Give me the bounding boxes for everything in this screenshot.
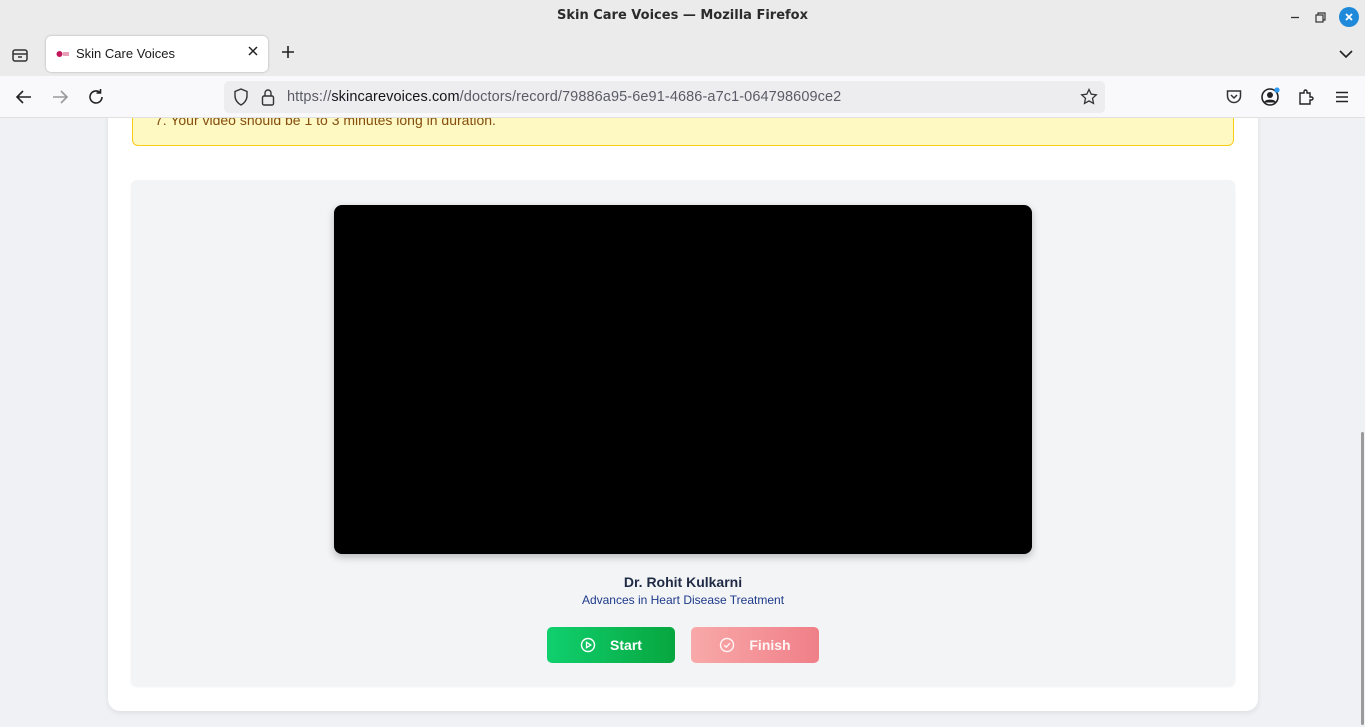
url-text[interactable]: https://skincarevoices.com/doctors/recor… xyxy=(287,89,841,105)
notice-text: 7. Your video should be 1 to 3 minutes l… xyxy=(155,118,496,128)
page-scrollbar[interactable] xyxy=(1361,432,1364,725)
reload-icon xyxy=(89,89,103,104)
star-icon xyxy=(1080,88,1098,105)
minimize-button[interactable] xyxy=(1285,7,1305,27)
tab-list-button[interactable] xyxy=(10,45,30,65)
play-circle-icon xyxy=(580,637,596,653)
tracking-protection-button[interactable] xyxy=(231,87,251,107)
tab-bar: Skin Care Voices xyxy=(0,34,1365,76)
check-circle-icon xyxy=(719,637,735,653)
puzzle-icon xyxy=(1299,89,1314,105)
url-host: skincarevoices.com xyxy=(331,89,460,105)
window-title: Skin Care Voices — Mozilla Firefox xyxy=(557,8,808,23)
pocket-button[interactable] xyxy=(1224,87,1244,107)
instructions-notice: 7. Your video should be 1 to 3 minutes l… xyxy=(132,118,1234,146)
url-path: /doctors/record/79886a95-6e91-4686-a7c1-… xyxy=(459,89,842,105)
reload-button[interactable] xyxy=(86,87,106,107)
finish-button-label: Finish xyxy=(749,637,791,653)
tab-close-button[interactable] xyxy=(247,45,259,61)
lock-icon xyxy=(261,89,275,106)
recorder-panel: Dr. Rohit Kulkarni Advances in Heart Dis… xyxy=(131,180,1235,686)
new-tab-button[interactable] xyxy=(280,43,296,63)
doctor-name: Dr. Rohit Kulkarni xyxy=(623,574,743,590)
menu-button[interactable] xyxy=(1332,87,1352,107)
close-icon xyxy=(248,46,258,56)
back-button[interactable] xyxy=(14,87,34,107)
finish-button[interactable]: Finish xyxy=(691,627,819,663)
plus-icon xyxy=(282,46,294,58)
url-scheme: https:// xyxy=(287,89,332,105)
back-arrow-icon xyxy=(15,90,31,104)
restore-button[interactable] xyxy=(1310,7,1330,27)
address-bar[interactable]: https://skincarevoices.com/doctors/recor… xyxy=(224,81,1105,113)
pocket-icon xyxy=(1226,90,1242,104)
site-info-button[interactable] xyxy=(258,87,278,107)
tab-list-icon xyxy=(12,49,28,62)
video-preview[interactable] xyxy=(334,205,1032,554)
minimize-icon xyxy=(1291,16,1299,19)
forward-arrow-icon xyxy=(53,90,69,104)
hamburger-menu-icon xyxy=(1336,91,1348,103)
doctor-topic: Advances in Heart Disease Treatment xyxy=(581,593,785,607)
account-button[interactable] xyxy=(1260,87,1280,107)
navigation-bar: https://skincarevoices.com/doctors/recor… xyxy=(0,76,1365,118)
tab-label: Skin Care Voices xyxy=(76,46,175,61)
extensions-button[interactable] xyxy=(1296,87,1316,107)
start-button[interactable]: Start xyxy=(547,627,675,663)
shield-icon xyxy=(234,88,248,106)
window-close-button[interactable] xyxy=(1339,7,1359,27)
chevron-down-icon xyxy=(1339,50,1353,59)
tab-skin-care-voices[interactable]: Skin Care Voices xyxy=(46,36,268,72)
start-button-label: Start xyxy=(610,637,642,653)
list-all-tabs-button[interactable] xyxy=(1336,44,1356,64)
restore-icon xyxy=(1314,11,1326,23)
bookmark-button[interactable] xyxy=(1079,87,1099,107)
recording-card: 7. Your video should be 1 to 3 minutes l… xyxy=(108,118,1258,711)
forward-button[interactable] xyxy=(50,87,70,107)
site-favicon xyxy=(56,51,69,57)
page-viewport: 7. Your video should be 1 to 3 minutes l… xyxy=(0,118,1365,727)
close-icon xyxy=(1345,13,1353,21)
window-titlebar: Skin Care Voices — Mozilla Firefox xyxy=(0,0,1365,34)
account-icon xyxy=(1261,87,1280,106)
